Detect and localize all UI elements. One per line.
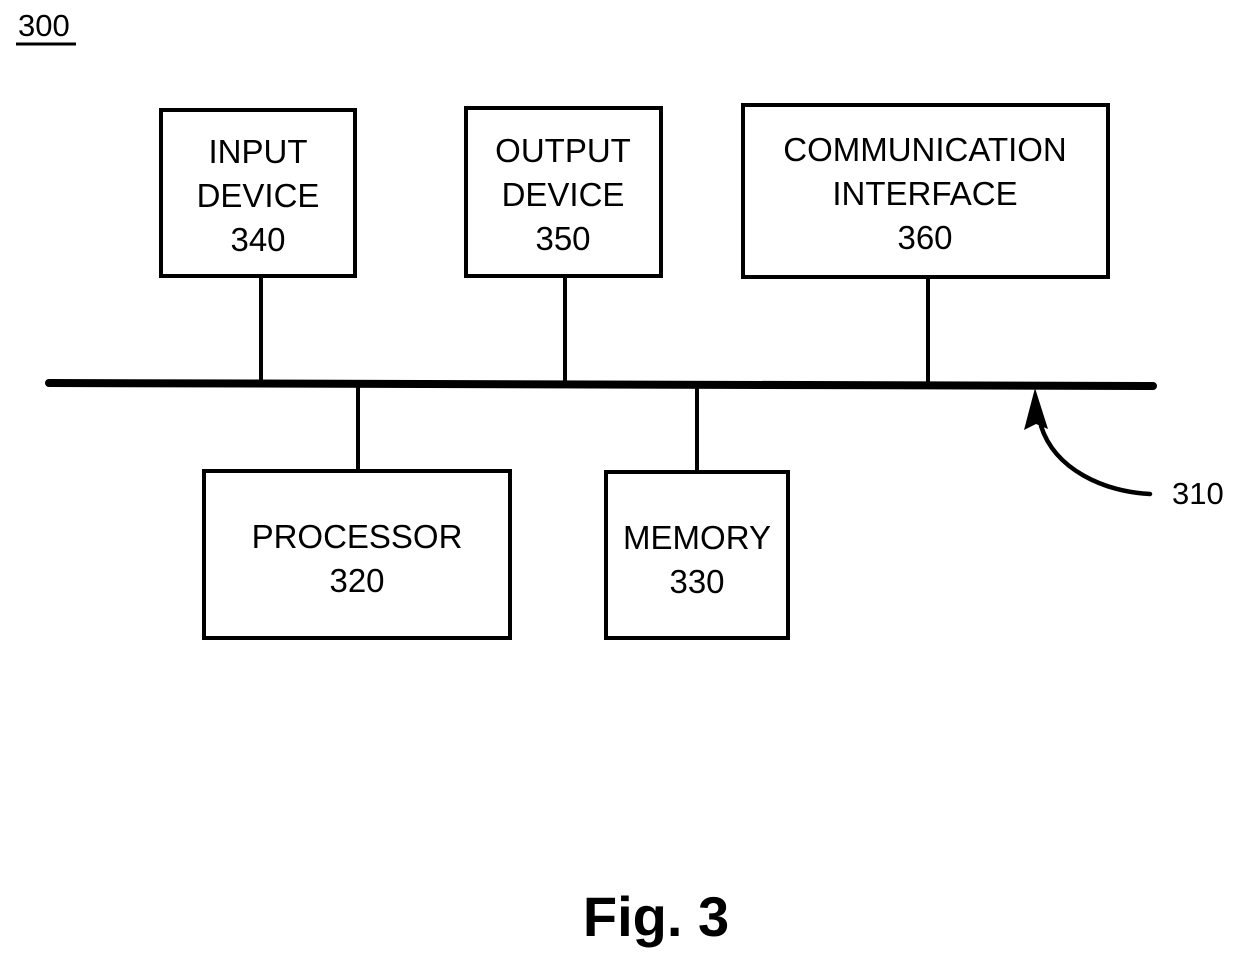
block-input-device-number: 340 — [230, 221, 285, 258]
block-output-device[interactable]: OUTPUT DEVICE 350 — [464, 106, 663, 278]
block-output-device-label-line1: OUTPUT — [495, 132, 631, 169]
block-output-device-label-line2: DEVICE — [502, 176, 625, 213]
block-input-device-label-line2: DEVICE — [197, 177, 320, 214]
block-processor-number: 320 — [329, 562, 384, 599]
block-communication-interface-number: 360 — [897, 219, 952, 256]
block-memory-label-line1: MEMORY — [623, 519, 771, 556]
block-input-device-label-line1: INPUT — [209, 133, 308, 170]
bus-callout-310: 310 — [1024, 388, 1224, 511]
block-memory[interactable]: MEMORY 330 — [604, 470, 790, 640]
figure-caption: Fig. 3 — [583, 885, 729, 948]
block-communication-interface[interactable]: COMMUNICATION INTERFACE 360 — [741, 103, 1110, 279]
figure-reference-300-label: 300 — [18, 8, 70, 43]
block-output-device-number: 350 — [535, 220, 590, 257]
bus-callout-leader-line — [1038, 423, 1153, 497]
block-memory-number: 330 — [669, 563, 724, 600]
bus-callout-arrow-icon — [1024, 388, 1048, 430]
block-communication-interface-label-line2: INTERFACE — [832, 175, 1017, 212]
bus-callout-label: 310 — [1172, 476, 1224, 511]
block-communication-interface-label-line1: COMMUNICATION — [783, 131, 1067, 168]
block-processor[interactable]: PROCESSOR 320 — [202, 469, 512, 640]
block-input-device[interactable]: INPUT DEVICE 340 — [159, 108, 357, 278]
block-processor-label-line1: PROCESSOR — [252, 518, 463, 555]
bus-line — [45, 379, 1157, 390]
figure-reference-300: 300 — [16, 8, 76, 46]
figure-canvas: 300 INPUT DEVICE 340 OUTPUT DEVICE 350 C… — [16, 8, 1224, 948]
figure-container: 300 INPUT DEVICE 340 OUTPUT DEVICE 350 C… — [0, 0, 1239, 973]
